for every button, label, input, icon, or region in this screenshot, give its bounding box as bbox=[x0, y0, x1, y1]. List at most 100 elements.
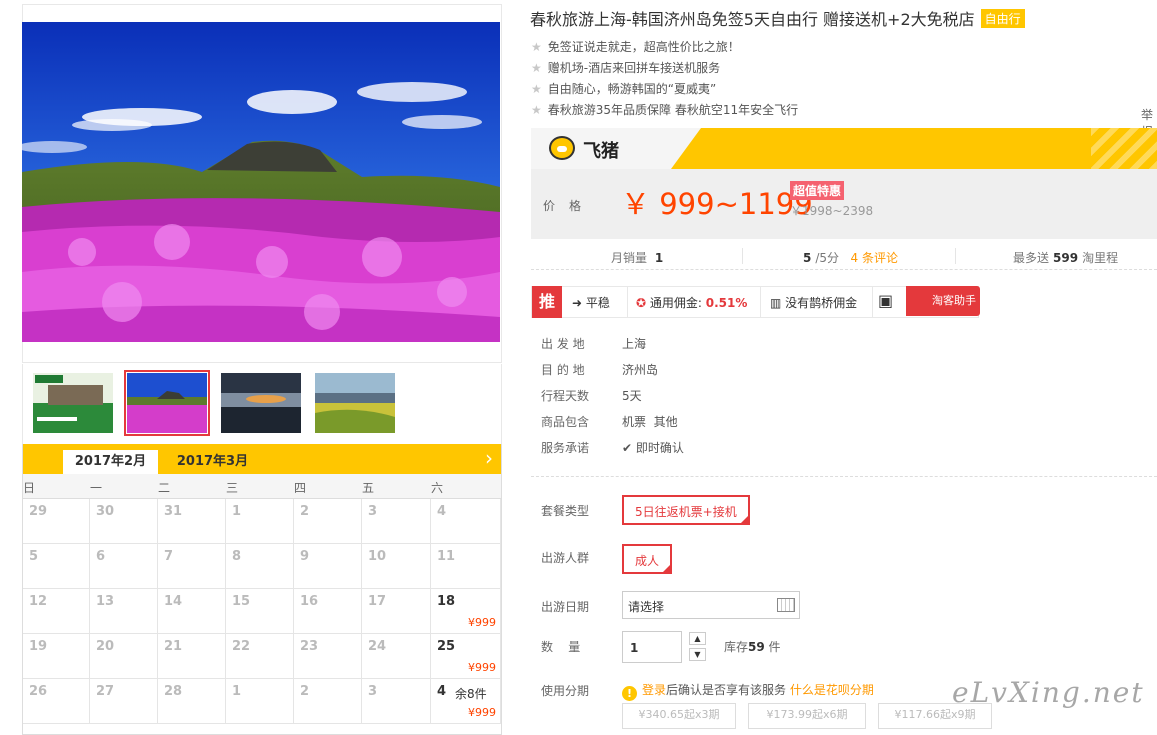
calendar-day-number: 25 bbox=[437, 639, 456, 654]
toolbar-divider bbox=[627, 287, 628, 317]
calendar-day-cell: 7 bbox=[158, 544, 226, 589]
weekday-label: 三 bbox=[226, 481, 239, 495]
trend-text: 平稳 bbox=[585, 296, 610, 310]
coupon-icon: ✪ bbox=[636, 296, 647, 310]
calendar-day-number: 18 bbox=[437, 594, 456, 609]
installment-text: 后确认是否享有该服务 bbox=[666, 683, 790, 697]
monthly-sales: 月销量 1 bbox=[611, 249, 667, 266]
commission-item[interactable]: ✪ 通用佣金: 0.51% bbox=[636, 294, 747, 311]
feature-item: ★ 春秋旅游35年品质保障 春秋航空11年安全飞行 bbox=[531, 101, 798, 118]
calendar-day-price: ¥999 bbox=[468, 661, 496, 674]
arrow-right-icon: ➜ bbox=[572, 296, 583, 310]
product-type-badge: 自由行 bbox=[980, 9, 1025, 28]
tab-month-mar[interactable]: 2017年3月 bbox=[165, 450, 260, 474]
calendar-day-cell: 4 bbox=[431, 499, 501, 544]
sales-value: 1 bbox=[654, 251, 664, 265]
fliggy-banner: 飞猪 bbox=[531, 128, 1157, 169]
quantity-increase-button[interactable]: ▲ bbox=[689, 632, 706, 645]
crowd-label: 出游人群 bbox=[541, 551, 590, 565]
huabei-link[interactable]: 什么是花呗分期 bbox=[790, 683, 874, 697]
calendar-day-cell: 17 bbox=[362, 589, 431, 634]
thumbnail-1[interactable] bbox=[33, 373, 113, 433]
calendar-day-cell: 23 bbox=[294, 634, 362, 679]
calendar-day-cell[interactable]: 25 ¥999 bbox=[431, 634, 501, 679]
calendar-day-cell: 1 bbox=[226, 679, 294, 724]
calendar-day-cell[interactable]: 4 余8件 ¥999 bbox=[431, 679, 501, 724]
calendar-day-number: 4 bbox=[437, 504, 447, 519]
calendar-day-number: 17 bbox=[368, 594, 387, 609]
calendar-day-cell: 6 bbox=[90, 544, 158, 589]
installment-option[interactable]: ¥340.65起x3期 bbox=[622, 703, 736, 729]
sales-label: 月销量 bbox=[611, 251, 648, 265]
calendar-day-cell: 12 bbox=[23, 589, 90, 634]
feature-item: ★ 赠机场-酒店来回拼车接送机服务 bbox=[531, 59, 720, 76]
queqiao-text: 没有鹊桥佣金 bbox=[785, 296, 858, 310]
calendar-day-number: 3 bbox=[368, 684, 378, 699]
calendar-day-cell: 5 bbox=[23, 544, 90, 589]
product-title: 春秋旅游上海-韩国济州岛免签5天自由行 赠接送机+2大免税店 自由行 bbox=[530, 6, 1025, 30]
calendar-day-number: 28 bbox=[164, 684, 183, 699]
fliggy-brand-name: 飞猪 bbox=[583, 141, 619, 162]
package-label: 套餐类型 bbox=[541, 504, 590, 518]
quantity-input[interactable]: 1 bbox=[622, 631, 682, 663]
fliggy-logo-icon bbox=[549, 136, 575, 160]
calendar-day-cell: 11 bbox=[431, 544, 501, 589]
duration-value: 5天 bbox=[622, 389, 642, 403]
crowd-option[interactable]: 成人 bbox=[622, 544, 673, 574]
calendar-day-cell: 8 bbox=[226, 544, 294, 589]
includes-value: 机票 其他 bbox=[622, 415, 678, 429]
calendar-day-price: ¥999 bbox=[468, 706, 496, 719]
calendar-day-number: 3 bbox=[368, 504, 378, 519]
thumbnail-3[interactable] bbox=[221, 373, 301, 433]
main-photo bbox=[22, 22, 500, 342]
calendar-day-number: 11 bbox=[437, 549, 456, 564]
destination-label: 目 的 地 bbox=[541, 363, 585, 377]
watermark: eLvXing.net bbox=[952, 676, 1145, 709]
reviews-link[interactable]: 4 条评论 bbox=[851, 251, 898, 265]
promo-badge: 超值特惠 bbox=[790, 181, 845, 200]
calendar-day-number: 14 bbox=[164, 594, 183, 609]
stats-divider bbox=[742, 248, 743, 264]
calendar-day-number: 26 bbox=[29, 684, 48, 699]
price-calendar: 2017年2月 2017年3月 › 日 一 二 三 四 五 六 29 30 31 1 2… bbox=[22, 444, 502, 735]
thumbnail-4[interactable] bbox=[315, 373, 395, 433]
calendar-day-number: 15 bbox=[232, 594, 251, 609]
queqiao-item[interactable]: ▥ 没有鹊桥佣金 bbox=[770, 294, 857, 311]
star-icon: ★ bbox=[531, 61, 542, 75]
calendar-next-icon[interactable]: › bbox=[485, 446, 493, 470]
calendar-day-number: 4 bbox=[437, 684, 447, 699]
taoke-helper-button[interactable]: 淘客助手 bbox=[906, 286, 980, 316]
installment-option[interactable]: ¥173.99起x6期 bbox=[748, 703, 866, 729]
service-value: ✔ 即时确认 bbox=[622, 439, 684, 456]
banner-stripe bbox=[671, 128, 1157, 169]
rating: 5/5分 4 条评论 bbox=[799, 249, 898, 266]
calendar-day-cell[interactable]: 18 ¥999 bbox=[431, 589, 501, 634]
tab-month-feb[interactable]: 2017年2月 bbox=[63, 450, 158, 474]
calendar-day-cell: 27 bbox=[90, 679, 158, 724]
calendar-day-cell: 31 bbox=[158, 499, 226, 544]
qr-code-icon[interactable]: ▣ bbox=[878, 291, 893, 310]
calendar-day-cell: 26 bbox=[23, 679, 90, 724]
calendar-day-number: 23 bbox=[300, 639, 319, 654]
calendar-day-cell: 15 bbox=[226, 589, 294, 634]
weekday-label: 二 bbox=[158, 481, 171, 495]
feature-text: 免签证说走就走，超高性价比之旅！ bbox=[547, 40, 740, 54]
calendar-day-cell: 22 bbox=[226, 634, 294, 679]
thumbnail-2[interactable] bbox=[124, 370, 210, 436]
price-box: 价格 ￥ 999~1199 超值特惠 ￥1998~2398 bbox=[531, 169, 1157, 239]
date-picker[interactable]: 请选择 bbox=[622, 591, 800, 619]
mileage-points: 最多送 599 淘里程 bbox=[1013, 249, 1118, 266]
calendar-day-cell: 24 bbox=[362, 634, 431, 679]
stock-info: 库存59 件 bbox=[724, 638, 781, 655]
calendar-day-number: 16 bbox=[300, 594, 319, 609]
calendar-day-number: 19 bbox=[29, 639, 48, 654]
calendar-day-number: 2 bbox=[300, 684, 310, 699]
trend-item[interactable]: ➜ 平稳 bbox=[572, 294, 610, 311]
calendar-day-number: 20 bbox=[96, 639, 115, 654]
stats-bar: 月销量 1 5/5分 4 条评论 最多送 599 淘里程 bbox=[531, 245, 1157, 270]
quantity-decrease-button[interactable]: ▼ bbox=[689, 648, 706, 661]
destination-value: 济州岛 bbox=[622, 363, 659, 377]
package-option[interactable]: 5日往返机票+接机 bbox=[622, 495, 750, 525]
calendar-day-cell: 2 bbox=[294, 499, 362, 544]
login-link[interactable]: 登录 bbox=[642, 683, 666, 697]
